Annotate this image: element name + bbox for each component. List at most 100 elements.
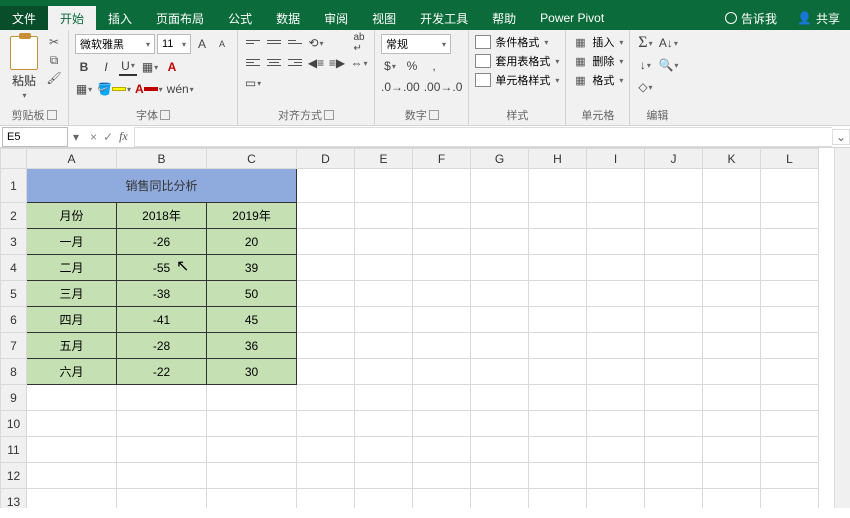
cell-D7[interactable] [297,333,355,359]
cell-A3[interactable]: 一月 [27,229,117,255]
col-header-L[interactable]: L [761,149,819,169]
cell-C4[interactable]: 39 [207,255,297,281]
clipboard-launcher[interactable] [47,110,57,120]
cell-G5[interactable] [471,281,529,307]
cell-I10[interactable] [587,411,645,437]
cell-I12[interactable] [587,463,645,489]
row-header-4[interactable]: 4 [1,255,27,281]
indent-inc-button[interactable]: ≡▶ [328,54,346,72]
percent-button[interactable]: % [403,57,421,75]
cell-H2[interactable] [529,203,587,229]
cell-D10[interactable] [297,411,355,437]
cell-A5[interactable]: 三月 [27,281,117,307]
cell-B3[interactable]: -26 [117,229,207,255]
cell-H9[interactable] [529,385,587,411]
cell-L3[interactable] [761,229,819,255]
cell-C7[interactable]: 36 [207,333,297,359]
cell-F13[interactable] [413,489,471,509]
col-header-G[interactable]: G [471,149,529,169]
cell-E9[interactable] [355,385,413,411]
cell-D5[interactable] [297,281,355,307]
row-header-8[interactable]: 8 [1,359,27,385]
cell-G13[interactable] [471,489,529,509]
cell-F11[interactable] [413,437,471,463]
cell-A7[interactable]: 五月 [27,333,117,359]
cell-I6[interactable] [587,307,645,333]
col-header-C[interactable]: C [207,149,297,169]
cell-G4[interactable] [471,255,529,281]
format-as-table-button[interactable]: 套用表格式▾ [475,53,559,69]
row-header-5[interactable]: 5 [1,281,27,307]
col-header-J[interactable]: J [645,149,703,169]
cell-H12[interactable] [529,463,587,489]
tab-data[interactable]: 数据 [264,6,312,30]
phonetic-button[interactable]: wén▾ [167,80,194,98]
cut-icon[interactable]: ✂ [46,34,62,50]
cell-G8[interactable] [471,359,529,385]
cell-G7[interactable] [471,333,529,359]
tab-review[interactable]: 审阅 [312,6,360,30]
cell-J12[interactable] [645,463,703,489]
cell-L11[interactable] [761,437,819,463]
cell-A9[interactable] [27,385,117,411]
cell-C9[interactable] [207,385,297,411]
row-header-2[interactable]: 2 [1,203,27,229]
cell-G6[interactable] [471,307,529,333]
cell-K5[interactable] [703,281,761,307]
cell-B11[interactable] [117,437,207,463]
cell-I8[interactable] [587,359,645,385]
comma-button[interactable]: , [425,57,443,75]
cell-J3[interactable] [645,229,703,255]
cell-G2[interactable] [471,203,529,229]
tab-file[interactable]: 文件 [0,6,48,30]
cell-A1[interactable]: 销售同比分析 [27,169,297,203]
font-launcher[interactable] [160,110,170,120]
cell-F7[interactable] [413,333,471,359]
col-header-H[interactable]: H [529,149,587,169]
cell-A13[interactable] [27,489,117,509]
cell-J9[interactable] [645,385,703,411]
cell-C10[interactable] [207,411,297,437]
autosum-button[interactable]: Σ▾ [636,34,654,52]
col-header-B[interactable]: B [117,149,207,169]
cell-F3[interactable] [413,229,471,255]
wrap-text-button[interactable]: ab↵ [350,34,368,52]
cell-I13[interactable] [587,489,645,509]
cell-H10[interactable] [529,411,587,437]
cell-K4[interactable] [703,255,761,281]
cell-B9[interactable] [117,385,207,411]
tab-view[interactable]: 视图 [360,6,408,30]
cell-A8[interactable]: 六月 [27,359,117,385]
cell-C3[interactable]: 20 [207,229,297,255]
fx-icon[interactable]: fx [119,129,134,144]
cell-E3[interactable] [355,229,413,255]
merge-button[interactable]: ▭▾ [244,74,262,92]
orientation-button[interactable]: ⟲▾ [307,34,325,52]
cell-D3[interactable] [297,229,355,255]
cell-J2[interactable] [645,203,703,229]
cell-D13[interactable] [297,489,355,509]
cell-D8[interactable] [297,359,355,385]
cell-J13[interactable] [645,489,703,509]
cell-K2[interactable] [703,203,761,229]
cell-L9[interactable] [761,385,819,411]
cell-E6[interactable] [355,307,413,333]
cell-L8[interactable] [761,359,819,385]
cell-A10[interactable] [27,411,117,437]
conditional-format-button[interactable]: 条件格式▾ [475,34,559,50]
col-header-D[interactable]: D [297,149,355,169]
decrease-decimal-button[interactable]: .00→.0 [424,78,463,96]
cell-E1[interactable] [355,169,413,203]
cell-B12[interactable] [117,463,207,489]
cell-G11[interactable] [471,437,529,463]
decrease-font-icon[interactable]: A [213,35,231,53]
cell-K3[interactable] [703,229,761,255]
name-box[interactable]: E5 [2,127,68,147]
format-painter-icon[interactable]: 🖌 [46,70,62,86]
cell-B10[interactable] [117,411,207,437]
tab-powerpivot[interactable]: Power Pivot [528,6,616,30]
cell-I2[interactable] [587,203,645,229]
indent-dec-button[interactable]: ◀≡ [307,54,325,72]
cell-B4[interactable]: -55 [117,255,207,281]
tab-pagelayout[interactable]: 页面布局 [144,6,216,30]
